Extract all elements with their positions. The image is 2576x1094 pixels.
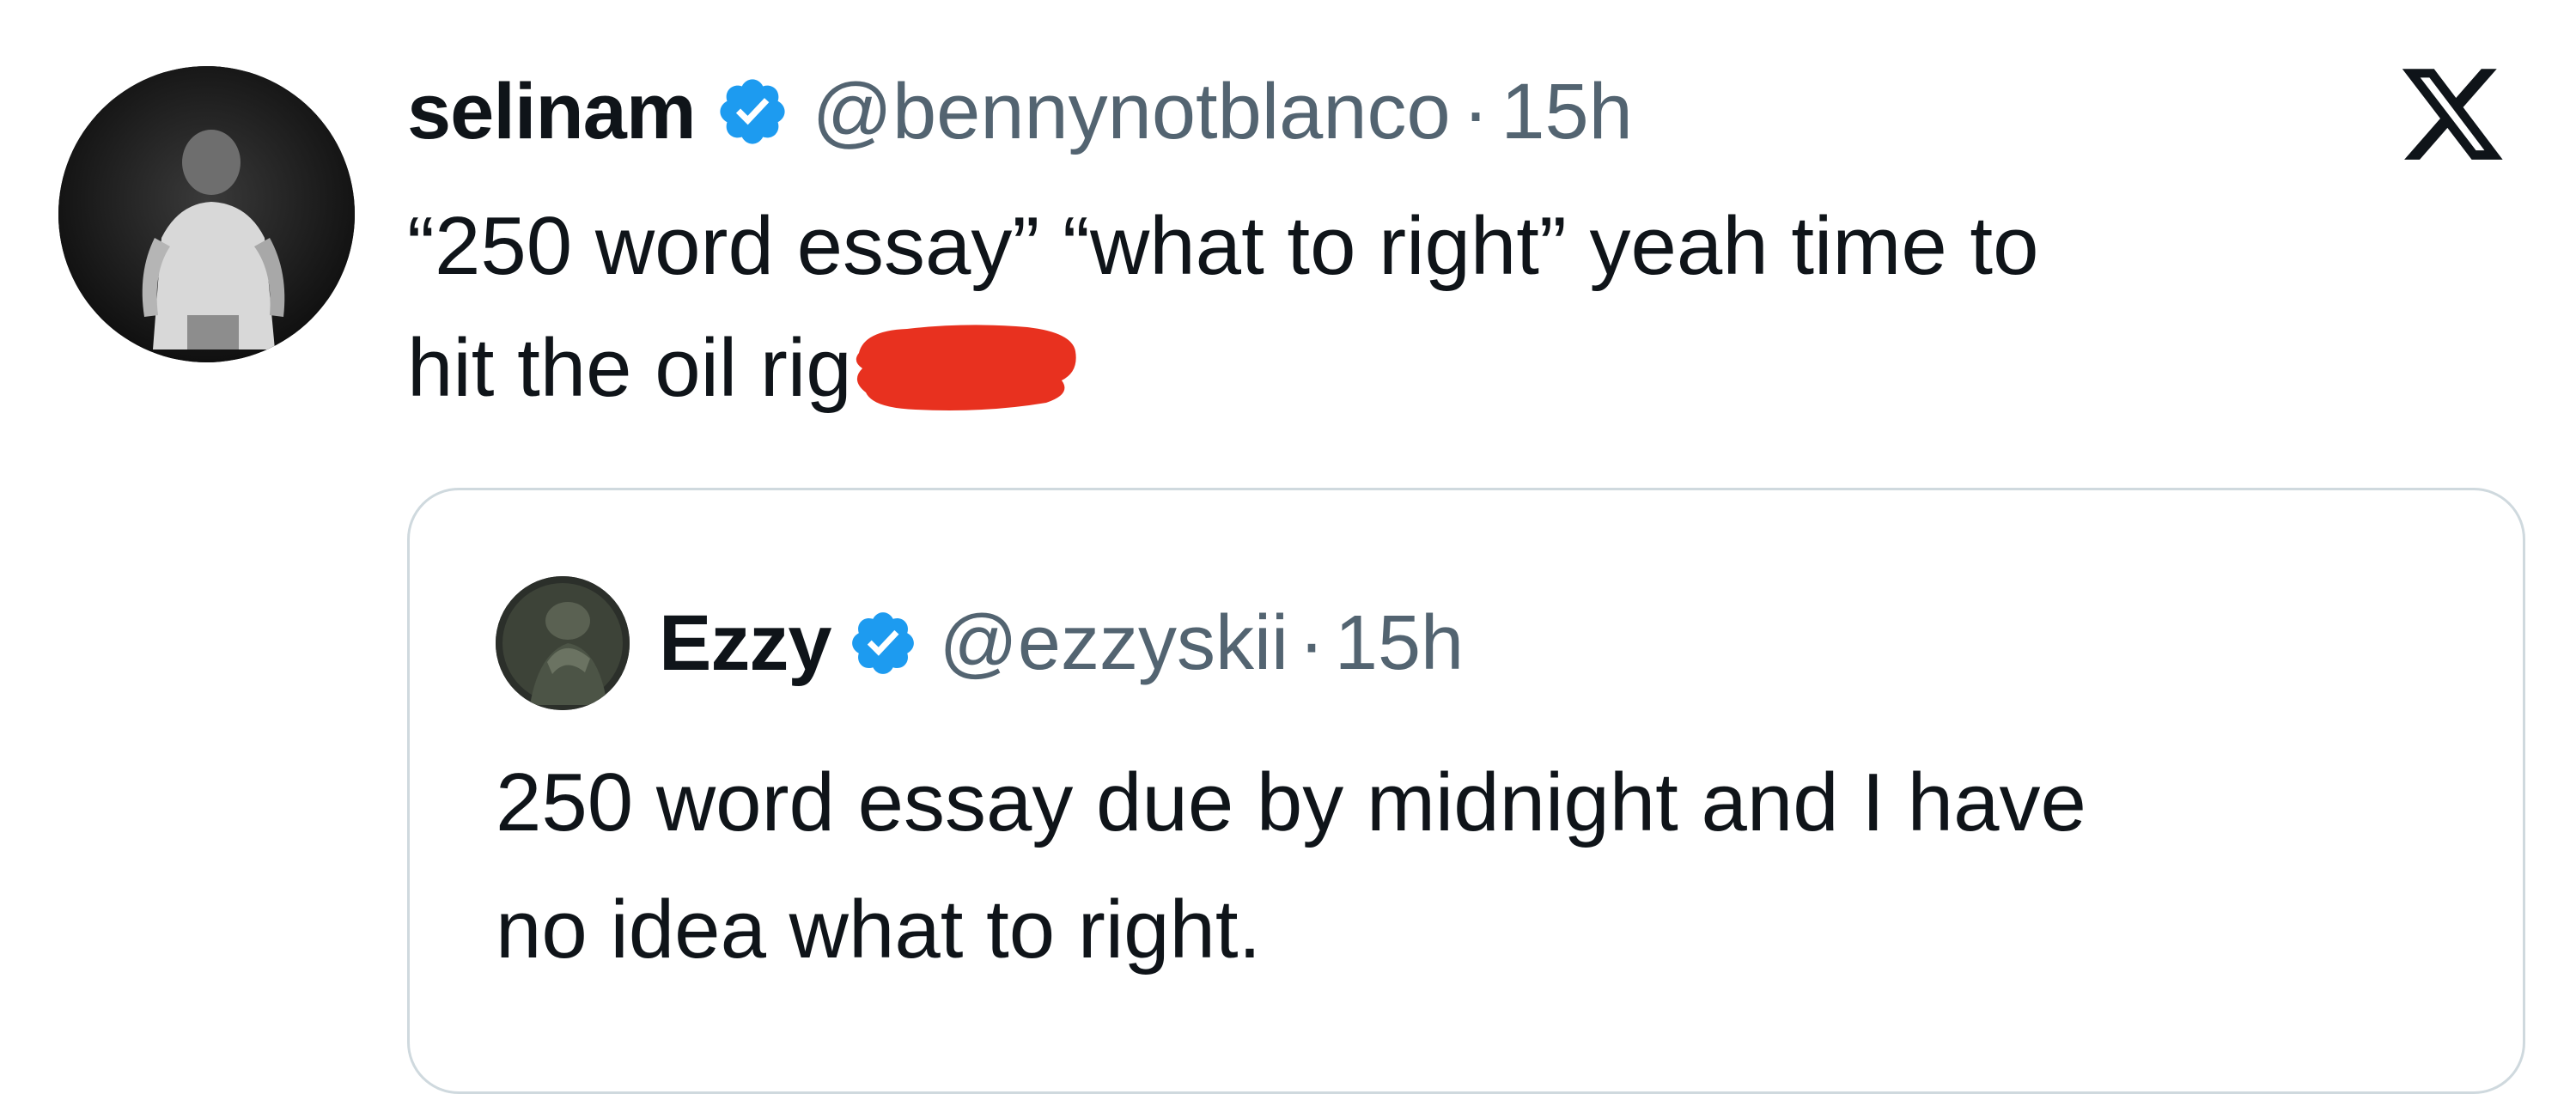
tweet-text-line-1: “250 word essay” “what to right” yeah ti… — [407, 200, 2039, 292]
tweet-text-line-2: hit the oil rig — [407, 307, 2503, 429]
quoted-separator-dot: · — [1298, 599, 1325, 686]
quoted-tweet-header: Ezzy @ezzyskii · 15h — [659, 583, 1464, 703]
quoted-text-line-1: 250 word essay due by midnight and I hav… — [496, 757, 2086, 848]
timestamp[interactable]: 15h — [1501, 67, 1633, 157]
avatar-photo — [58, 66, 355, 362]
quoted-display-name[interactable]: Ezzy — [659, 599, 832, 689]
quoted-text-line-2: no idea what to right. — [496, 884, 1262, 975]
tweet-text: “250 word essay” “what to right” yeah ti… — [407, 185, 2503, 429]
verified-badge-icon[interactable] — [715, 74, 790, 149]
quoted-verified-badge-icon[interactable] — [847, 607, 919, 679]
quoted-user-handle[interactable]: @ezzyskii — [940, 599, 1288, 688]
separator-dot: · — [1462, 67, 1489, 155]
display-name[interactable]: selinam — [407, 67, 697, 157]
tweet-header: selinam @bennynotblanco · 15h — [407, 52, 1633, 172]
quoted-tweet-text: 250 word essay due by midnight and I hav… — [496, 739, 2471, 994]
redaction-scribble — [856, 325, 1076, 410]
quoted-avatar-photo — [496, 576, 630, 710]
tweet-text-line-2-text: hit the oil rig — [407, 322, 852, 414]
quoted-timestamp[interactable]: 15h — [1335, 599, 1464, 688]
quoted-avatar[interactable] — [496, 576, 630, 710]
x-logo-icon — [2402, 69, 2503, 160]
avatar-main[interactable] — [58, 66, 355, 362]
user-handle[interactable]: @bennynotblanco — [813, 67, 1451, 157]
quoted-tweet-card[interactable]: Ezzy @ezzyskii · 15h 250 word essay due … — [407, 488, 2525, 1094]
